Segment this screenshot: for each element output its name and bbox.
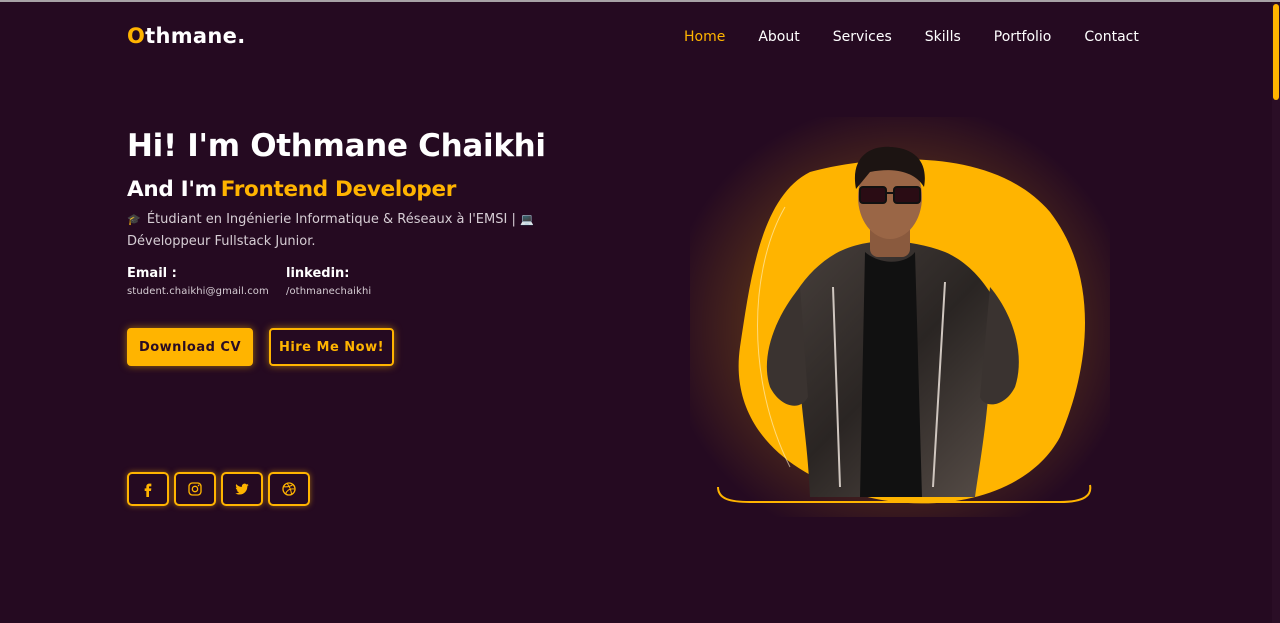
logo-rest: thmane. — [145, 24, 246, 48]
nav-home[interactable]: Home — [684, 29, 725, 45]
nav-services[interactable]: Services — [833, 29, 892, 45]
scrollbar[interactable] — [1272, 2, 1280, 623]
description-line1: Étudiant en Ingénierie Informatique & Ré… — [146, 212, 516, 227]
portrait-illustration — [665, 102, 1135, 552]
email-block: Email : student.chaikhi@gmail.com — [127, 266, 269, 297]
linkedin-block: linkedin: /othmanechaikhi — [286, 266, 371, 297]
nav-portfolio[interactable]: Portfolio — [994, 29, 1052, 45]
nav-contact[interactable]: Contact — [1084, 29, 1138, 45]
sunglasses-right-lens — [893, 186, 921, 204]
twitter-icon[interactable] — [221, 472, 263, 506]
email-label: Email : — [127, 266, 177, 281]
graduation-cap-icon: 🎓 — [127, 213, 141, 226]
description-line2: Développeur Fullstack Junior. — [127, 234, 316, 249]
scrollbar-thumb[interactable] — [1273, 4, 1279, 100]
nav-skills[interactable]: Skills — [925, 29, 961, 45]
linkedin-label: linkedin: — [286, 266, 350, 281]
logo-first-letter: O — [127, 24, 146, 48]
email-value[interactable]: student.chaikhi@gmail.com — [127, 286, 269, 297]
laptop-icon: 💻 — [519, 213, 534, 226]
subtitle-prefix: And I'm — [127, 177, 217, 202]
facebook-icon[interactable] — [127, 472, 169, 506]
nav-about[interactable]: About — [758, 29, 799, 45]
hero-subtitle: And I'm Frontend Developer — [127, 177, 456, 202]
instagram-icon[interactable] — [174, 472, 216, 506]
logo[interactable]: Othmane. — [127, 24, 245, 48]
hero-title: Hi! I'm Othmane Chaikhi — [127, 128, 546, 164]
download-cv-button[interactable]: Download CV — [127, 328, 253, 366]
sunglasses-icon — [859, 186, 887, 204]
hero-description: 🎓 Étudiant en Ingénierie Informatique & … — [127, 209, 567, 253]
hero-portrait — [665, 102, 1135, 552]
hire-me-button[interactable]: Hire Me Now! — [269, 328, 394, 366]
dribbble-icon[interactable] — [268, 472, 310, 506]
linkedin-value[interactable]: /othmanechaikhi — [286, 286, 371, 297]
main-nav: Home About Services Skills Portfolio Con… — [684, 29, 1139, 45]
social-links — [127, 472, 310, 506]
shirt — [860, 252, 922, 497]
role-text: Frontend Developer — [220, 177, 457, 202]
